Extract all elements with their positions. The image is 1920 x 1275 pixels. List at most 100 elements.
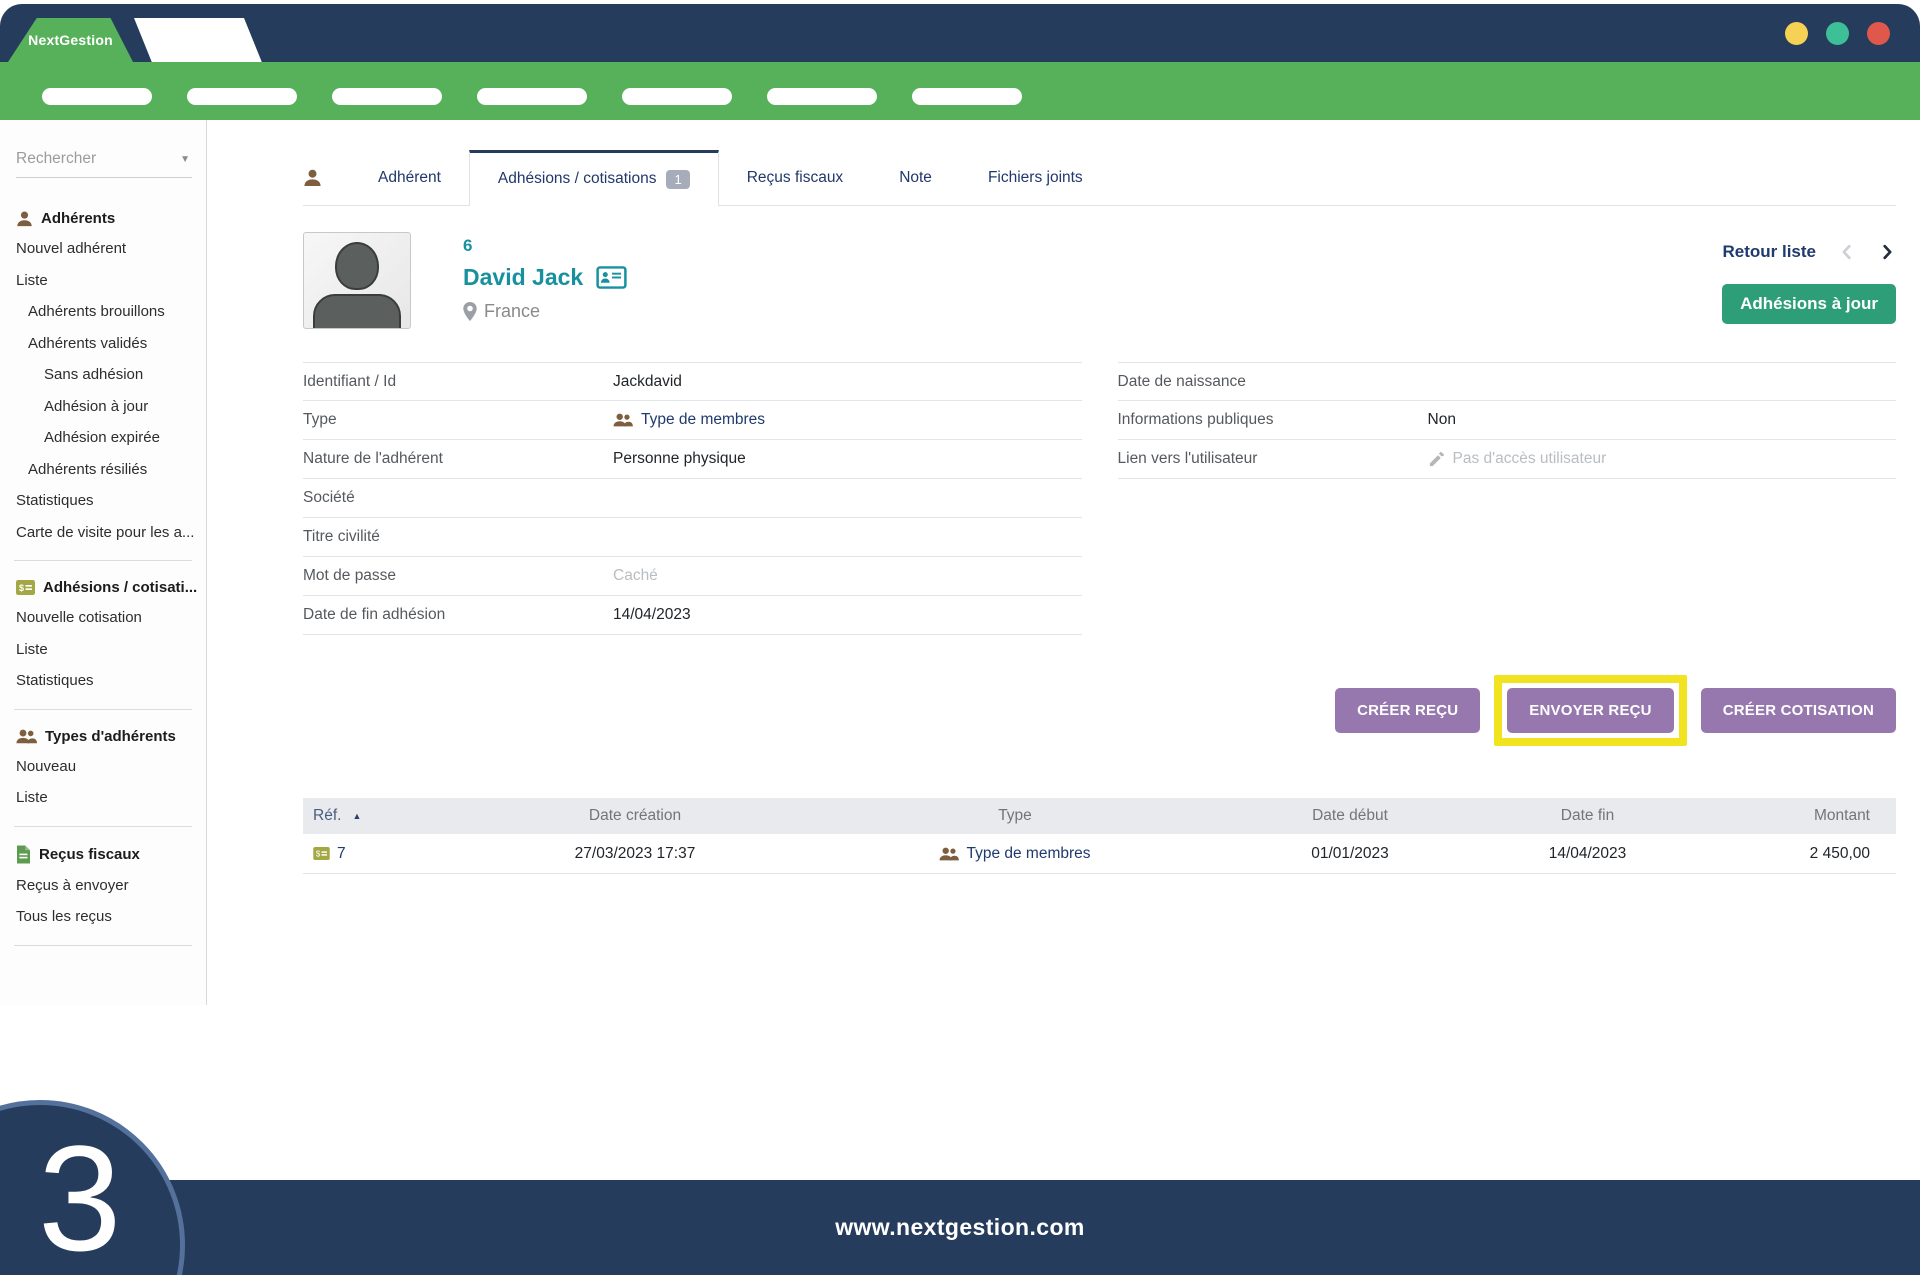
chevron-down-icon[interactable]: ▼ [180, 154, 190, 165]
detail-row-infos-publiques: Informations publiques Non [1118, 401, 1897, 440]
sidebar-item-nouveau-type[interactable]: Nouveau [0, 751, 206, 783]
chevron-left-icon[interactable] [1838, 243, 1856, 261]
sidebar-item-adherents-brouillons[interactable]: Adhérents brouillons [0, 296, 206, 328]
main-content: Adhérent Adhésions / cotisations 1 Reçus… [207, 120, 1920, 1180]
detail-row-date-fin-adhesion: Date de fin adhésion 14/04/2023 [303, 596, 1082, 635]
people-icon [613, 413, 633, 427]
sidebar-item-nouvel-adherent[interactable]: Nouvel adhérent [0, 233, 206, 265]
nav-placeholder-pill[interactable] [477, 88, 587, 105]
search-placeholder: Rechercher [16, 150, 96, 167]
sidebar-section-types-adherents: Types d'adhérents [0, 722, 206, 751]
identifiant-value: Jackdavid [613, 373, 682, 391]
record-id: 6 [463, 236, 627, 256]
row-type-link[interactable]: Type de membres [790, 845, 1240, 863]
detail-row-titre-civilite: Titre civilité [303, 518, 1082, 557]
sidebar-item-carte-de-visite[interactable]: Carte de visite pour les a... [0, 517, 206, 549]
window-titlebar: NextGestion [0, 4, 1920, 62]
sidebar-item-adhesion-a-jour[interactable]: Adhésion à jour [0, 391, 206, 423]
sidebar-section-recus-fiscaux: Reçus fiscaux [0, 839, 206, 870]
row-date-creation: 27/03/2023 17:37 [480, 845, 790, 863]
detail-row-identifiant: Identifiant / Id Jackdavid [303, 362, 1082, 401]
sidebar-item-liste-cotisations[interactable]: Liste [0, 634, 206, 666]
sidebar-item-adherents-valides[interactable]: Adhérents validés [0, 328, 206, 360]
sidebar-divider [14, 709, 192, 710]
chevron-right-icon[interactable] [1878, 243, 1896, 261]
back-to-list-link[interactable]: Retour liste [1722, 242, 1816, 262]
sidebar-item-tous-les-recus[interactable]: Tous les reçus [0, 901, 206, 933]
nav-placeholder-pill[interactable] [622, 88, 732, 105]
col-type-header[interactable]: Type [790, 807, 1240, 825]
sidebar-item-sans-adhesion[interactable]: Sans adhésion [0, 359, 206, 391]
website-url: www.nextgestion.com [835, 1214, 1085, 1241]
sidebar-item-statistiques-cotisations[interactable]: Statistiques [0, 665, 206, 697]
details-right-column: Date de naissance Informations publiques… [1118, 362, 1897, 479]
brand-tab: NextGestion [8, 18, 133, 62]
creer-recu-button[interactable]: CRÉER REÇU [1335, 688, 1480, 733]
window-dot-red-icon [1867, 22, 1890, 45]
sidebar-item-recus-a-envoyer[interactable]: Reçus à envoyer [0, 870, 206, 902]
adhesions-a-jour-button[interactable]: Adhésions à jour [1722, 284, 1896, 324]
lien-utilisateur-value[interactable]: Pas d'accès utilisateur [1428, 450, 1607, 468]
sidebar-item-liste-adherents[interactable]: Liste [0, 265, 206, 297]
window-controls [1785, 4, 1890, 62]
row-date-debut: 01/01/2023 [1240, 845, 1460, 863]
col-montant-header[interactable]: Montant [1715, 807, 1896, 825]
tab-adhesions-cotisations[interactable]: Adhésions / cotisations 1 [469, 150, 719, 205]
nav-placeholder-pill[interactable] [42, 88, 152, 105]
record-tabs: Adhérent Adhésions / cotisations 1 Reçus… [303, 150, 1896, 206]
nav-placeholder-pill[interactable] [912, 88, 1022, 105]
mot-de-passe-value: Caché [613, 567, 658, 585]
membership-card-icon: $ [313, 847, 330, 860]
nature-value: Personne physique [613, 450, 746, 468]
detail-row-nature: Nature de l'adhérent Personne physique [303, 440, 1082, 479]
row-date-fin: 14/04/2023 [1460, 845, 1715, 863]
window-dot-green-icon [1826, 22, 1849, 45]
search-combobox[interactable]: Rechercher ▼ [16, 150, 192, 178]
sidebar-item-nouvelle-cotisation[interactable]: Nouvelle cotisation [0, 602, 206, 634]
member-name: David Jack [463, 264, 583, 291]
profile-info: 6 David Jack France [463, 232, 627, 329]
tab-fichiers-joints[interactable]: Fichiers joints [960, 150, 1111, 205]
detail-row-lien-utilisateur: Lien vers l'utilisateur Pas d'accès util… [1118, 440, 1897, 479]
sidebar-item-statistiques-adherents[interactable]: Statistiques [0, 485, 206, 517]
nav-placeholder-pill[interactable] [767, 88, 877, 105]
nav-placeholder-pill[interactable] [187, 88, 297, 105]
sidebar: Rechercher ▼ Adhérents Nouvel adhérent L… [0, 120, 207, 1005]
pencil-icon [1428, 451, 1445, 468]
highlight-box: ENVOYER REÇU [1494, 675, 1686, 746]
tab-recus-fiscaux[interactable]: Reçus fiscaux [719, 150, 871, 205]
membership-card-icon: $ [16, 580, 35, 595]
col-date-debut-header[interactable]: Date début [1240, 807, 1460, 825]
sidebar-divider [14, 560, 192, 561]
window-dot-yellow-icon [1785, 22, 1808, 45]
sidebar-section-adhesions: $ Adhésions / cotisati... [0, 573, 206, 602]
col-date-creation-header[interactable]: Date création [480, 807, 790, 825]
cotisations-table: Réf. ▲ Date création Type Date début Dat… [303, 798, 1896, 874]
people-icon [16, 729, 37, 744]
row-montant: 2 450,00 [1715, 845, 1896, 863]
person-icon [16, 210, 33, 227]
sidebar-item-adherents-resilies[interactable]: Adhérents résiliés [0, 454, 206, 486]
sidebar-item-adhesion-expiree[interactable]: Adhésion expirée [0, 422, 206, 454]
sidebar-divider [14, 945, 192, 946]
table-header-row: Réf. ▲ Date création Type Date début Dat… [303, 798, 1896, 834]
location-pin-icon [463, 302, 477, 321]
step-number-badge: 3 [0, 1100, 185, 1275]
col-date-fin-header[interactable]: Date fin [1460, 807, 1715, 825]
id-card-icon[interactable] [596, 266, 627, 289]
creer-cotisation-button[interactable]: CRÉER COTISATION [1701, 688, 1896, 733]
people-icon [939, 847, 959, 861]
detail-row-mot-de-passe: Mot de passe Caché [303, 557, 1082, 596]
date-fin-adhesion-value: 14/04/2023 [613, 606, 691, 624]
tab-adherent[interactable]: Adhérent [350, 150, 469, 205]
profile-header: 6 David Jack France Retour liste [303, 232, 1896, 329]
row-ref-value[interactable]: 7 [337, 845, 346, 863]
table-row[interactable]: $ 7 27/03/2023 17:37 Type de membres 01/… [303, 834, 1896, 874]
nav-placeholder-pill[interactable] [332, 88, 442, 105]
envoyer-recu-button[interactable]: ENVOYER REÇU [1507, 688, 1673, 733]
tab-note[interactable]: Note [871, 150, 960, 205]
sidebar-item-liste-types[interactable]: Liste [0, 782, 206, 814]
action-buttons: CRÉER REÇU ENVOYER REÇU CRÉER COTISATION [303, 675, 1896, 746]
col-ref-header[interactable]: Réf. ▲ [303, 807, 480, 825]
type-de-membres-link[interactable]: Type de membres [613, 411, 765, 429]
